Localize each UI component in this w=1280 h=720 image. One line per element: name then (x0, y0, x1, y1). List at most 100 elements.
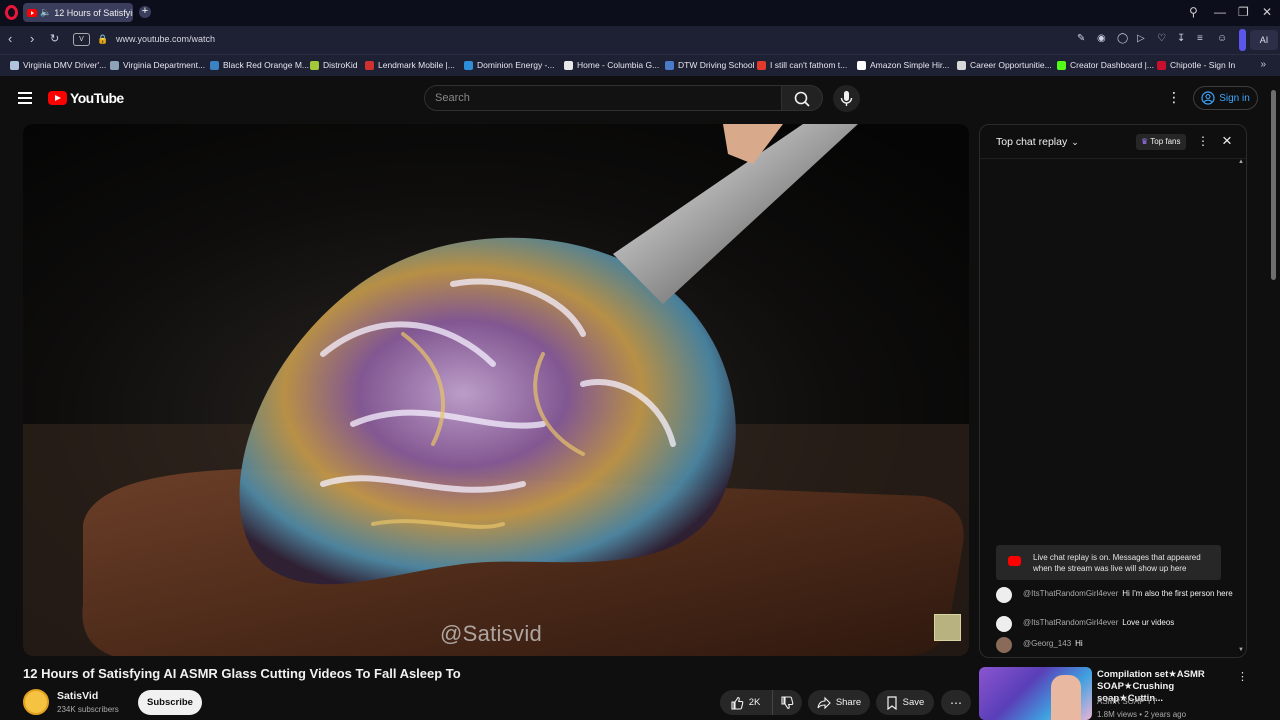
bookmark-item[interactable]: DTW Driving School (665, 60, 755, 70)
bookmark-label: I still can't fathom t... (770, 60, 848, 70)
download-icon[interactable]: ↧ (1177, 33, 1185, 44)
new-tab-button[interactable]: + (139, 6, 151, 18)
bookmark-item[interactable]: Amazon Simple Hir... (857, 60, 949, 70)
bookmark-label: Home - Columbia G... (577, 60, 660, 70)
bookmark-item[interactable]: Virginia Department... (110, 60, 205, 70)
related-video-thumbnail[interactable] (979, 667, 1092, 720)
replay-notice-text: Live chat replay is on. Messages that ap… (1033, 553, 1201, 573)
related-video-more-icon[interactable]: ⋮ (1237, 670, 1248, 683)
save-button[interactable]: Save (876, 690, 934, 715)
bookmarks-bar: Virginia DMV Driver'... Virginia Departm… (0, 54, 1280, 76)
save-label: Save (902, 697, 925, 708)
opera-logo-icon[interactable] (5, 5, 18, 20)
search-button[interactable] (781, 85, 823, 111)
video-frame (23, 124, 969, 656)
search-icon (794, 91, 810, 107)
sign-in-button[interactable]: Sign in (1193, 86, 1258, 110)
microphone-icon (840, 91, 853, 106)
shield-icon[interactable]: ◯ (1117, 33, 1128, 44)
bookmark-favicon-icon (857, 60, 866, 70)
bookmark-label: Amazon Simple Hir... (870, 60, 950, 70)
share-icon (817, 696, 831, 709)
like-button[interactable]: 2K (720, 690, 770, 715)
minimize-icon[interactable]: — (1214, 5, 1226, 19)
bookmarks-overflow-icon[interactable]: » (1260, 59, 1266, 70)
forward-icon[interactable]: › (30, 32, 34, 46)
more-actions-button[interactable]: ⋯ (941, 690, 971, 715)
search-box[interactable] (424, 85, 782, 111)
voice-search-button[interactable] (833, 85, 860, 112)
bookmark-favicon-icon (757, 60, 766, 70)
search-input[interactable] (425, 86, 781, 110)
avatar[interactable] (996, 637, 1012, 653)
chat-title: Top chat replay (996, 136, 1068, 148)
youtube-wordmark: YouTube (70, 90, 124, 106)
bookmark-item[interactable]: Home - Columbia G... (564, 60, 659, 70)
channel-name[interactable]: SatisVid (57, 690, 98, 702)
bookmark-favicon-icon (957, 60, 966, 70)
back-icon[interactable]: ‹ (8, 32, 12, 46)
edit-icon[interactable]: ✎ (1077, 33, 1085, 44)
chat-mode-dropdown[interactable]: Top chat replay ⌄ (996, 136, 1079, 148)
bookmark-label: Chipotle - Sign In (1170, 60, 1236, 70)
search-tabs-icon[interactable]: ⚲ (1189, 5, 1198, 19)
bookmark-item[interactable]: Lendmark Mobile |... (365, 60, 455, 70)
vpn-badge[interactable]: V (73, 33, 90, 46)
profile-icon[interactable]: ☺ (1217, 33, 1227, 44)
bookmark-item[interactable]: Dominion Energy -... (464, 60, 554, 70)
youtube-play-icon (48, 91, 67, 105)
channel-branding-thumbnail[interactable] (934, 614, 961, 641)
bookmark-label: Black Red Orange M... (223, 60, 309, 70)
chat-text: Hi I'm also the first person here (1122, 589, 1233, 598)
share-button[interactable]: Share (808, 690, 870, 715)
avatar[interactable] (996, 616, 1012, 632)
dislike-button[interactable] (772, 690, 800, 715)
video-player[interactable]: @Satisvid (23, 124, 969, 656)
speaker-icon[interactable]: 🔈 (40, 7, 51, 18)
bookmark-item[interactable]: I still can't fathom t... (757, 60, 847, 70)
bookmark-item[interactable]: Career Opportunitie... (957, 60, 1052, 70)
chat-more-icon[interactable]: ⋮ (1197, 134, 1209, 148)
menu-icon[interactable]: ≡ (1197, 33, 1203, 44)
avatar[interactable] (996, 587, 1012, 603)
address-bar-url[interactable]: www.youtube.com/watch (116, 34, 215, 44)
bookmark-item[interactable]: Black Red Orange M... (210, 60, 309, 70)
close-window-icon[interactable]: ✕ (1262, 5, 1272, 19)
youtube-icon (1008, 556, 1021, 566)
bookmark-item[interactable]: Chipotle - Sign In (1157, 60, 1235, 70)
bookmark-favicon-icon (1157, 60, 1166, 70)
chat-scroll-up-icon[interactable]: ▲ (1238, 159, 1244, 165)
restore-icon[interactable]: ❐ (1238, 5, 1249, 19)
chat-author[interactable]: @ItsThatRandomGirl4ever (1023, 618, 1118, 627)
chat-author[interactable]: @Georg_143 (1023, 639, 1071, 648)
close-chat-icon[interactable]: × (1222, 131, 1232, 151)
chat-author[interactable]: @ItsThatRandomGirl4ever (1023, 589, 1118, 598)
guide-menu-icon[interactable] (18, 92, 32, 104)
play-icon[interactable]: ▷ (1137, 33, 1145, 44)
bookmark-label: Dominion Energy -... (477, 60, 555, 70)
bookmark-item[interactable]: Virginia DMV Driver'... (10, 60, 106, 70)
reload-icon[interactable]: ↻ (50, 32, 59, 46)
browser-tab-bar: 🔈 12 Hours of Satisfying + ⚲ — ❐ ✕ (0, 0, 1280, 26)
thumbnail-hand-image (1051, 675, 1081, 720)
bookmark-label: Creator Dashboard |... (1070, 60, 1154, 70)
top-fans-button[interactable]: ♛ Top fans (1136, 134, 1186, 150)
camera-icon[interactable]: ◉ (1097, 33, 1106, 44)
related-video-channel[interactable]: ASMR SOAP YT (1097, 697, 1157, 706)
subscribe-button[interactable]: Subscribe (138, 690, 202, 715)
bookmark-item[interactable]: Creator Dashboard |... (1057, 60, 1154, 70)
bookmark-item[interactable]: DistroKid (310, 60, 357, 70)
youtube-logo[interactable]: YouTube (48, 90, 124, 106)
chat-header: Top chat replay ⌄ ♛ Top fans ⋮ × (980, 125, 1246, 159)
chevron-down-icon: ⌄ (1071, 136, 1079, 147)
heart-icon[interactable]: ♡ (1157, 33, 1166, 44)
aria-ai-button[interactable]: AI (1250, 30, 1278, 50)
channel-avatar[interactable] (23, 689, 49, 715)
settings-more-icon[interactable]: ⋮ (1167, 90, 1181, 106)
top-fans-label: Top fans (1150, 137, 1181, 146)
sidebar-toggle[interactable] (1239, 29, 1246, 51)
browser-tab[interactable]: 🔈 12 Hours of Satisfying (23, 3, 133, 22)
page-scrollbar[interactable] (1271, 90, 1276, 280)
lock-icon[interactable]: 🔒 (97, 34, 108, 45)
chat-scroll-down-icon[interactable]: ▼ (1238, 647, 1244, 653)
